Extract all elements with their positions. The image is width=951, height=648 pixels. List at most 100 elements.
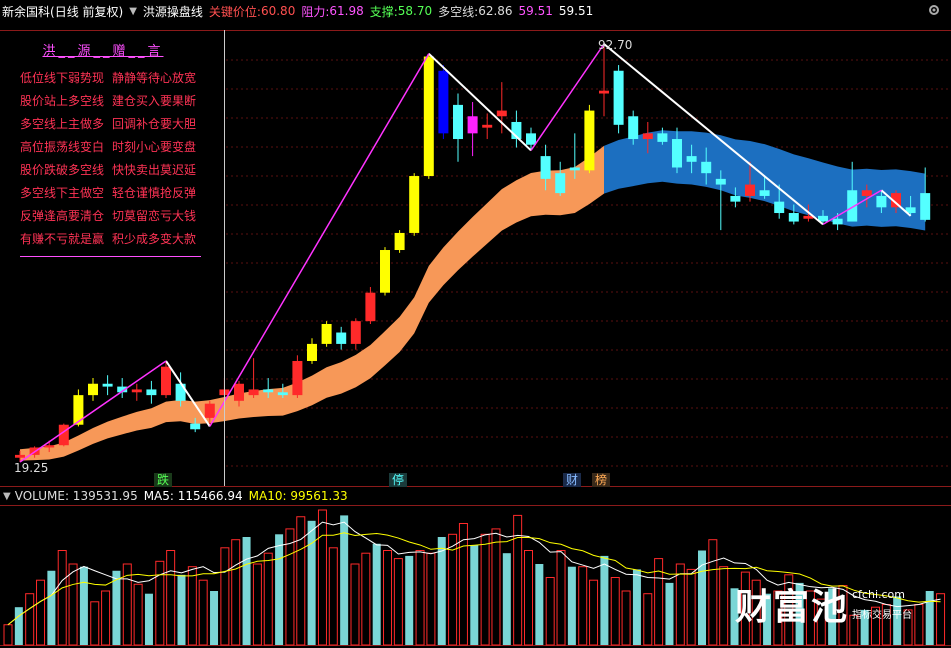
volume-bar — [513, 514, 523, 646]
candle-body — [365, 292, 376, 322]
candle-body — [715, 178, 726, 185]
legend-phrase: 切莫留恋亏大钱 — [112, 209, 197, 223]
watermark-site: cfchi.com — [852, 588, 905, 601]
legend-phrase: 积少成多变大款 — [112, 232, 197, 246]
event-tag-ting[interactable]: 停 — [389, 473, 408, 487]
candle-body — [423, 56, 434, 177]
volume-bar — [307, 520, 316, 645]
candle-body — [540, 156, 551, 179]
legend-row: 股价跌破多空线 快快卖出莫迟延 — [8, 159, 218, 182]
watermark-logo: 财富池 — [735, 587, 850, 628]
candle-body — [686, 156, 697, 162]
volume-bar — [426, 552, 436, 646]
candle-body — [190, 423, 201, 430]
volume-bar — [686, 568, 696, 646]
volume-bar — [589, 579, 599, 646]
legend-phrase: 高位振荡线变白 — [20, 140, 105, 154]
volume-bar — [231, 539, 241, 646]
volume-bar — [328, 547, 338, 646]
legend-row: 多空线上主做多 回调补仓要大胆 — [8, 113, 218, 136]
legend-phrase: 低位线下弱势现 — [20, 71, 105, 85]
volume-bar — [437, 537, 446, 645]
candle-body — [526, 133, 536, 145]
volume-bar — [25, 593, 35, 646]
volume-bar — [914, 604, 924, 646]
volume-bar — [350, 563, 360, 646]
volume-bar — [556, 550, 566, 646]
legend-phrase: 多空线下主做空 — [20, 186, 105, 200]
event-tag-die[interactable]: 跌 — [154, 473, 173, 487]
candle-body — [409, 176, 420, 233]
legend-phrase: 股价跌破多空线 — [20, 163, 105, 177]
volume-bar — [372, 543, 381, 645]
candle-body — [599, 90, 609, 94]
legend-row: 低位线下弱势现 静静等待心放宽 — [8, 67, 218, 90]
candle-body — [628, 116, 639, 140]
legend-divider — [224, 30, 225, 486]
volume-bar — [14, 607, 23, 645]
volume-value[interactable]: VOLUME: 139531.95 — [15, 489, 138, 503]
legend-phrase: 有赚不亏就是赢 — [20, 232, 105, 246]
volume-bar — [166, 550, 176, 646]
candle-body — [131, 389, 142, 393]
volume-bar — [545, 577, 555, 646]
legend-phrase: 反弹逢高要清仓 — [20, 209, 105, 223]
candle-body — [745, 184, 755, 196]
legend-row: 反弹逢高要清仓 切莫留恋亏大钱 — [8, 205, 218, 228]
legend-row: 股价站上多空线 建仓买入要果断 — [8, 90, 218, 113]
candle-body — [73, 395, 84, 425]
volume-bar — [242, 537, 251, 645]
candle-body — [774, 201, 785, 214]
candle-body — [204, 403, 215, 418]
candle-body — [701, 161, 712, 174]
volume-bar — [317, 509, 327, 646]
volume-header: ▼ VOLUME: 139531.95 MA5: 115466.94 MA10:… — [0, 488, 348, 504]
volume-bar — [632, 569, 641, 645]
volume-bar — [393, 558, 403, 646]
volume-bar — [523, 550, 533, 646]
volume-bar — [90, 601, 100, 646]
candle-body — [307, 343, 317, 361]
volume-bar — [133, 583, 143, 646]
volume-bar — [187, 566, 197, 646]
candle-body — [832, 218, 843, 225]
volume-bar — [480, 533, 490, 646]
volume-bar — [383, 550, 393, 646]
candle-body — [467, 116, 478, 134]
volume-bar — [36, 579, 46, 646]
volume-bar — [101, 590, 111, 646]
volume-bar — [79, 566, 88, 645]
candle-body — [321, 323, 332, 344]
legend-row: 有赚不亏就是赢 积少成多变大款 — [8, 228, 218, 251]
candle-body — [642, 133, 653, 140]
legend-row: 多空线下主做空 轻仓谨慎抢反弹 — [8, 182, 218, 205]
volume-bar — [210, 591, 219, 645]
volume-menu-arrow-icon[interactable]: ▼ — [3, 491, 11, 502]
volume-bar — [263, 552, 273, 646]
ma5-value: MA5: 115466.94 — [143, 489, 243, 503]
candle-body — [876, 195, 887, 208]
legend-phrase: 快快卖出莫迟延 — [112, 163, 197, 177]
volume-bar — [296, 516, 306, 646]
candle-body — [657, 133, 668, 142]
candle-body — [15, 454, 25, 458]
candle-body — [438, 70, 449, 134]
volume-bar — [491, 528, 501, 646]
volume-bar — [719, 566, 729, 646]
candle-body — [146, 389, 157, 396]
high-price-label: 92.70 — [598, 38, 633, 52]
candle-body — [380, 250, 390, 293]
volume-bar — [252, 563, 262, 646]
candle-body — [394, 232, 405, 251]
volume-bar — [643, 593, 653, 646]
volume-bar — [675, 563, 685, 646]
volume-bar — [415, 550, 425, 646]
candle-body — [277, 392, 288, 396]
legend-underline — [20, 256, 201, 257]
event-tag-bang[interactable]: 榜 — [592, 473, 611, 487]
candle-body — [102, 383, 113, 387]
volume-bar — [68, 563, 78, 646]
event-tag-cai[interactable]: 财 — [563, 473, 582, 487]
candle-body — [569, 167, 580, 171]
legend-phrase: 回调补仓要大胆 — [112, 117, 197, 131]
